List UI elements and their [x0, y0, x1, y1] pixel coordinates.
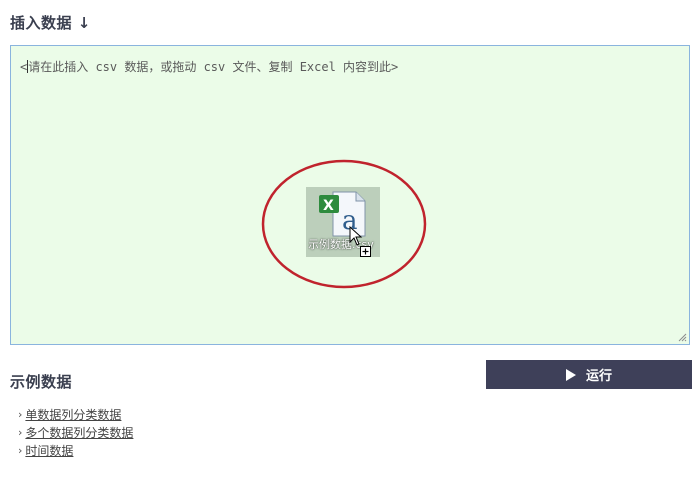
placeholder-prefix: <: [20, 60, 28, 74]
insert-data-title: 插入数据 ↓: [10, 14, 91, 32]
run-button[interactable]: 运行: [486, 360, 692, 389]
example-link-multi-column[interactable]: 多个数据列分类数据: [25, 424, 133, 442]
list-item: › 单数据列分类数据: [18, 406, 133, 424]
example-data-title: 示例数据: [10, 373, 73, 391]
list-item: › 时间数据: [18, 442, 133, 460]
example-data-list: › 单数据列分类数据 › 多个数据列分类数据 › 时间数据: [18, 406, 133, 460]
example-link-single-column[interactable]: 单数据列分类数据: [25, 406, 121, 424]
run-button-label: 运行: [585, 369, 612, 384]
textarea-placeholder: <请在此插入 csv 数据，或拖动 csv 文件、复制 Excel 内容到此>: [20, 58, 398, 75]
placeholder-message: 请在此插入 csv 数据，或拖动 csv 文件、复制 Excel 内容到此>: [28, 60, 399, 74]
resize-grip-icon[interactable]: [678, 333, 687, 342]
play-icon: [565, 368, 576, 381]
chevron-right-icon: ›: [18, 426, 23, 439]
chevron-right-icon: ›: [18, 444, 23, 457]
highlight-circle: [261, 159, 427, 289]
chevron-right-icon: ›: [18, 408, 23, 421]
list-item: › 多个数据列分类数据: [18, 424, 133, 442]
example-link-time-data[interactable]: 时间数据: [25, 442, 73, 460]
